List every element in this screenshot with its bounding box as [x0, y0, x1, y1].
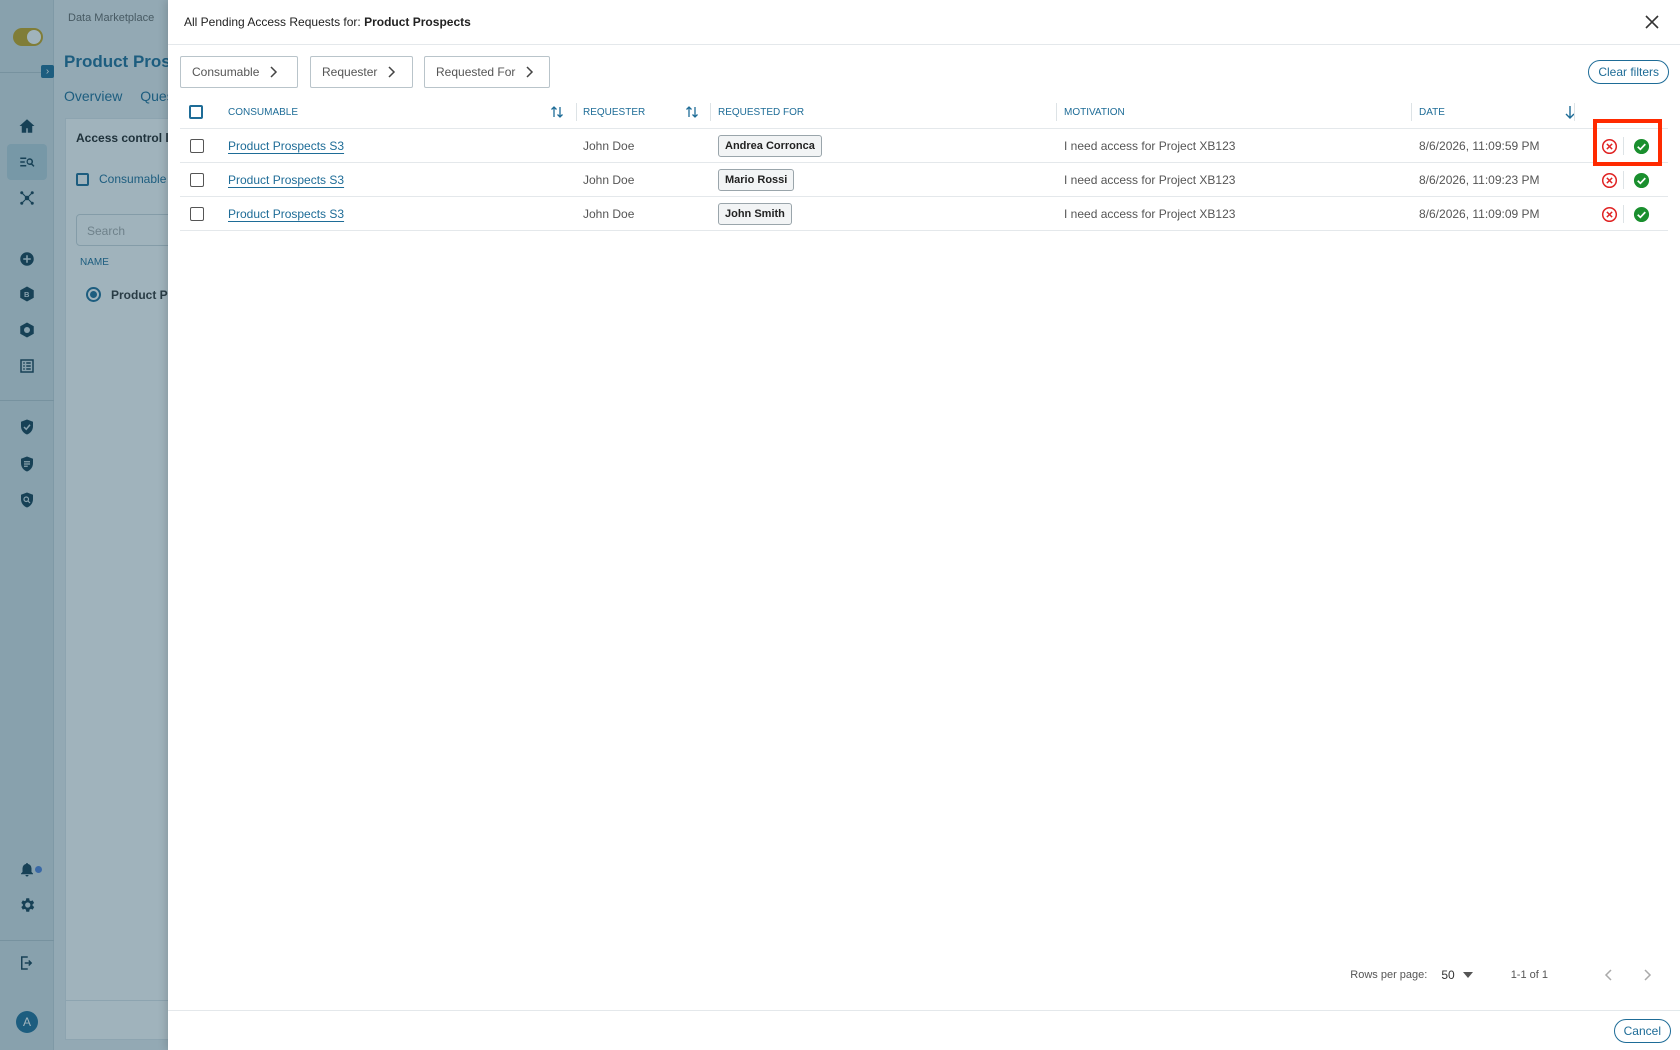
action-separator — [1623, 137, 1624, 155]
column-header-requester[interactable]: REQUESTER — [583, 95, 645, 129]
approve-icon[interactable] — [1632, 171, 1650, 189]
drawer-header: All Pending Access Requests for: Product… — [168, 0, 1680, 45]
pending-requests-drawer: All Pending Access Requests for: Product… — [168, 0, 1680, 1050]
cancel-button[interactable]: Cancel — [1613, 1019, 1671, 1043]
approve-icon[interactable] — [1632, 205, 1650, 223]
pagination: Rows per page: 50 1-1 of 1 — [1350, 965, 1658, 985]
previous-page-button[interactable] — [1598, 965, 1618, 985]
consumable-link[interactable]: Product Prospects S3 — [228, 129, 344, 163]
requested-for-tag: Mario Rossi — [718, 169, 795, 191]
consumable-link[interactable]: Product Prospects S3 — [228, 163, 344, 197]
filter-label: Requested For — [436, 65, 516, 79]
filter-consumable-button[interactable]: Consumable — [180, 56, 298, 88]
rows-per-page-value: 50 — [1441, 968, 1455, 982]
sort-icon[interactable] — [685, 104, 699, 120]
reject-icon[interactable] — [1600, 205, 1618, 223]
table-row: Product Prospects S3 John Doe John Smith… — [180, 197, 1668, 231]
column-separator — [710, 103, 711, 121]
caret-down-icon — [1462, 972, 1473, 978]
chevron-right-icon — [388, 66, 396, 78]
table-row: Product Prospects S3 John Doe Mario Ross… — [180, 163, 1668, 197]
action-separator — [1623, 205, 1624, 223]
consumable-link[interactable]: Product Prospects S3 — [228, 197, 344, 231]
clear-filters-button[interactable]: Clear filters — [1588, 60, 1669, 84]
filter-label: Consumable — [192, 65, 260, 79]
chevron-right-icon — [1644, 969, 1652, 981]
requester-cell: John Doe — [583, 207, 635, 221]
requested-for-tag: John Smith — [718, 203, 792, 225]
requests-table: CONSUMABLE REQUESTER REQUESTED FOR MOTIV… — [180, 95, 1668, 231]
close-icon[interactable] — [1642, 12, 1662, 32]
filter-requester-button[interactable]: Requester — [310, 56, 413, 88]
column-header-requested-for[interactable]: REQUESTED FOR — [718, 95, 804, 129]
column-separator — [1056, 103, 1057, 121]
table-row: Product Prospects S3 John Doe Andrea Cor… — [180, 129, 1668, 163]
requester-cell: John Doe — [583, 139, 635, 153]
drawer-title: All Pending Access Requests for: Product… — [184, 15, 471, 29]
chevron-right-icon — [270, 66, 278, 78]
requested-for-tag: Andrea Corronca — [718, 135, 822, 157]
column-separator — [1574, 103, 1575, 121]
page-range: 1-1 of 1 — [1510, 969, 1548, 981]
motivation-cell: I need access for Project XB123 — [1064, 139, 1236, 153]
column-separator — [576, 103, 577, 121]
rows-per-page-select[interactable]: 50 — [1441, 968, 1473, 982]
filter-label: Requester — [322, 65, 378, 79]
drawer-footer: Cancel — [168, 1010, 1680, 1050]
chevron-right-icon — [526, 66, 534, 78]
approve-icon[interactable] — [1632, 137, 1650, 155]
motivation-cell: I need access for Project XB123 — [1064, 207, 1236, 221]
date-cell: 8/6/2026, 11:09:09 PM — [1419, 207, 1540, 221]
reject-icon[interactable] — [1600, 137, 1618, 155]
action-separator — [1623, 171, 1624, 189]
sort-icon[interactable] — [550, 104, 564, 120]
row-checkbox[interactable] — [190, 139, 204, 153]
column-separator — [1411, 103, 1412, 121]
column-header-motivation[interactable]: MOTIVATION — [1064, 95, 1125, 129]
requester-cell: John Doe — [583, 173, 635, 187]
date-cell: 8/6/2026, 11:09:59 PM — [1419, 139, 1540, 153]
select-all-checkbox[interactable] — [189, 105, 203, 119]
chevron-left-icon — [1604, 969, 1612, 981]
date-cell: 8/6/2026, 11:09:23 PM — [1419, 173, 1540, 187]
reject-icon[interactable] — [1600, 171, 1618, 189]
motivation-cell: I need access for Project XB123 — [1064, 173, 1236, 187]
drawer-title-prefix: All Pending Access Requests for: — [184, 15, 365, 29]
rows-per-page-label: Rows per page: — [1350, 969, 1428, 981]
table-header: CONSUMABLE REQUESTER REQUESTED FOR MOTIV… — [180, 95, 1668, 129]
filter-requested-for-button[interactable]: Requested For — [424, 56, 550, 88]
next-page-button[interactable] — [1638, 965, 1658, 985]
drawer-title-product: Product Prospects — [364, 15, 471, 29]
column-header-date[interactable]: DATE — [1419, 95, 1445, 129]
column-header-consumable[interactable]: CONSUMABLE — [228, 95, 298, 129]
row-checkbox[interactable] — [190, 207, 204, 221]
row-checkbox[interactable] — [190, 173, 204, 187]
